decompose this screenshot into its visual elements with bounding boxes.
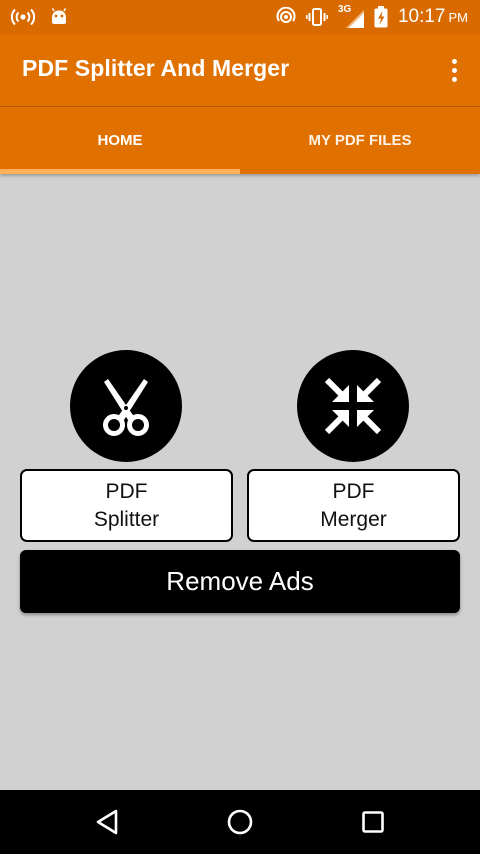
status-left-icons — [10, 6, 68, 28]
pdf-splitter-line1: PDF — [105, 479, 148, 503]
navigation-bar — [0, 790, 480, 854]
remove-ads-button[interactable]: Remove Ads — [20, 550, 460, 613]
tab-home[interactable]: HOME — [0, 107, 240, 174]
more-vert-icon[interactable] — [442, 52, 466, 88]
tab-bar: HOME MY PDF FILES — [0, 107, 480, 174]
overflow-dot — [451, 76, 457, 82]
app-title: PDF Splitter And Merger — [22, 55, 290, 81]
android-icon — [51, 8, 67, 24]
vibrate-icon — [305, 8, 328, 26]
pdf-merger-line1: PDF — [332, 479, 375, 503]
overflow-dot — [451, 58, 457, 64]
status-clock: 10:17 PM — [398, 6, 468, 28]
overflow-dot — [451, 67, 457, 73]
app-bar: PDF Splitter And Merger — [0, 34, 480, 107]
wifi-calling-icon — [276, 7, 296, 23]
pdf-merger-line2: Merger — [320, 507, 387, 531]
cellular-signal: 3G — [338, 4, 364, 28]
signal-icon — [345, 10, 364, 28]
home-icon[interactable] — [220, 802, 260, 842]
pdf-merger-icon-button[interactable] — [297, 350, 409, 462]
back-triangle — [96, 809, 118, 835]
tab-my-pdf-files[interactable]: MY PDF FILES — [240, 107, 480, 174]
scissors-icon — [103, 379, 149, 436]
recents-square — [362, 811, 384, 833]
status-right-icons: 3G 10:17 PM — [276, 4, 468, 30]
back-icon[interactable] — [87, 802, 127, 842]
merge-arrows-icon — [324, 377, 382, 435]
clock-ampm: PM — [448, 10, 469, 25]
screen: 3G 10:17 PM PDF Splitter And Merger HOME… — [0, 0, 480, 854]
home-circle — [227, 809, 253, 835]
pdf-splitter-icon-button[interactable] — [70, 350, 182, 462]
recents-icon[interactable] — [353, 802, 393, 842]
clock-time: 10:17 — [397, 6, 446, 27]
pdf-splitter-button[interactable]: PDF Splitter — [20, 469, 233, 542]
pdf-splitter-line2: Splitter — [93, 507, 160, 531]
hotspot-icon — [10, 8, 36, 26]
status-bar: 3G 10:17 PM — [0, 0, 480, 34]
tab-indicator — [0, 169, 240, 174]
pdf-merger-button[interactable]: PDF Merger — [247, 469, 460, 542]
battery-charging-icon — [374, 6, 388, 28]
